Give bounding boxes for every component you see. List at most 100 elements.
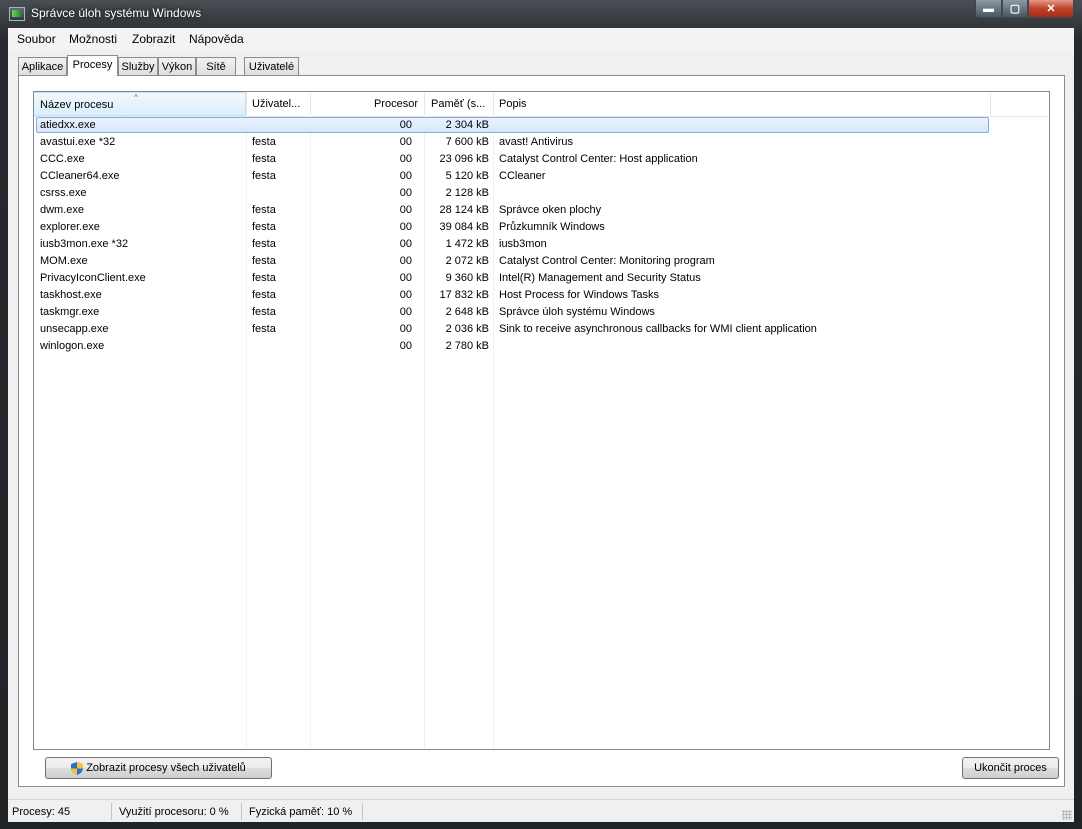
process-rows: atiedxx.exe 00 2 304 kB avastui.exe *32 fest…	[34, 117, 1049, 355]
cpu-cell: 00	[399, 204, 412, 216]
cpu-cell: 00	[399, 238, 412, 250]
process-row[interactable]: taskmgr.exe festa 00 2 648 kB Správce úloh s…	[34, 304, 1049, 321]
status-divider	[111, 803, 112, 820]
process-row[interactable]: MOM.exe festa 00 2 072 kB Catalyst Control C…	[34, 253, 1049, 270]
status-divider	[241, 803, 242, 820]
uac-shield-icon	[71, 761, 84, 775]
description-cell: iusb3mon	[499, 238, 547, 250]
user-cell: festa	[252, 306, 276, 318]
cpu-cell: 00	[399, 136, 412, 148]
status-divider	[362, 803, 363, 820]
process-list-header: Název procesu ^ Uživatel... Procesor Pam…	[34, 92, 1049, 117]
cpu-cell: 00	[399, 272, 412, 284]
row-selection-highlight	[36, 117, 989, 133]
user-cell: festa	[252, 323, 276, 335]
close-button[interactable]: ✕	[1028, 0, 1074, 18]
menu-moznosti[interactable]: Možnosti	[69, 32, 117, 46]
memory-cell: 2 304 kB	[445, 119, 489, 131]
process-row[interactable]: CCleaner64.exe festa 00 5 120 kB CCleaner	[34, 168, 1049, 185]
resize-grip-icon[interactable]	[1062, 810, 1072, 820]
client-area: Soubor Možnosti Zobrazit Nápověda Aplika…	[8, 28, 1074, 822]
user-cell: festa	[252, 221, 276, 233]
process-row[interactable]: unsecapp.exe festa 00 2 036 kB Sink to recei…	[34, 321, 1049, 338]
description-cell: Správce oken plochy	[499, 204, 602, 216]
column-header-cpu[interactable]: Procesor	[310, 92, 424, 116]
menu-napoveda[interactable]: Nápověda	[189, 32, 244, 46]
process-row[interactable]: avastui.exe *32 festa 00 7 600 kB avast! Ant…	[34, 134, 1049, 151]
status-bar: Procesy: 45 Využití procesoru: 0 % Fyzic…	[8, 799, 1074, 822]
process-name-cell: winlogon.exe	[40, 340, 105, 352]
process-row[interactable]: dwm.exe festa 00 28 124 kB Správce oken ploc…	[34, 202, 1049, 219]
memory-cell: 9 360 kB	[445, 272, 489, 284]
minimize-button[interactable]: ▬	[975, 0, 1002, 18]
cpu-cell: 00	[399, 170, 412, 182]
memory-cell: 2 648 kB	[445, 306, 489, 318]
process-row[interactable]: explorer.exe festa 00 39 084 kB Průzkumník W…	[34, 219, 1049, 236]
process-name-cell: MOM.exe	[40, 255, 88, 267]
user-cell: festa	[252, 170, 276, 182]
cpu-cell: 00	[399, 221, 412, 233]
user-cell: festa	[252, 204, 276, 216]
process-name-cell: PrivacyIconClient.exe	[40, 272, 146, 284]
column-header-user[interactable]: Uživatel...	[246, 92, 310, 116]
cpu-cell: 00	[399, 306, 412, 318]
tab-uzivatele[interactable]: Uživatelé	[244, 57, 299, 75]
process-row[interactable]: PrivacyIconClient.exe festa 00 9 360 kB Inte…	[34, 270, 1049, 287]
process-name-cell: avastui.exe *32	[40, 136, 116, 148]
column-header-description[interactable]: Popis	[493, 92, 990, 116]
process-name-cell: atiedxx.exe	[40, 119, 96, 131]
memory-cell: 39 084 kB	[439, 221, 489, 233]
maximize-button[interactable]: ▢	[1002, 0, 1028, 18]
description-cell: Catalyst Control Center: Monitoring prog…	[499, 255, 715, 267]
tab-site[interactable]: Sítě	[196, 57, 236, 75]
process-row[interactable]: iusb3mon.exe *32 festa 00 1 472 kB iusb3mon	[34, 236, 1049, 253]
cpu-cell: 00	[399, 153, 412, 165]
description-cell: Průzkumník Windows	[499, 221, 605, 233]
user-cell: festa	[252, 255, 276, 267]
description-cell: CCleaner	[499, 170, 546, 182]
status-process-count: Procesy: 45	[12, 806, 71, 818]
process-row[interactable]: csrss.exe 00 2 128 kB	[34, 185, 1049, 202]
sort-ascending-icon: ^	[134, 93, 138, 102]
column-divider[interactable]	[990, 93, 991, 115]
cpu-cell: 00	[399, 289, 412, 301]
process-name-cell: CCleaner64.exe	[40, 170, 120, 182]
processes-tab-panel: Název procesu ^ Uživatel... Procesor Pam…	[18, 75, 1065, 787]
menu-bar: Soubor Možnosti Zobrazit Nápověda	[8, 28, 1074, 50]
tab-vykon[interactable]: Výkon	[158, 57, 196, 75]
user-cell: festa	[252, 136, 276, 148]
column-header-memory[interactable]: Paměť (s...	[424, 92, 493, 116]
tab-procesy[interactable]: Procesy	[67, 55, 118, 76]
description-cell: Catalyst Control Center: Host applicatio…	[499, 153, 698, 165]
cpu-cell: 00	[399, 119, 412, 131]
tab-sluzby[interactable]: Služby	[118, 57, 158, 75]
menu-soubor[interactable]: Soubor	[17, 32, 56, 46]
process-name-cell: unsecapp.exe	[40, 323, 109, 335]
column-header-label: Název procesu	[40, 99, 114, 111]
status-cpu-usage: Využití procesoru: 0 %	[119, 806, 229, 818]
memory-cell: 2 128 kB	[445, 187, 489, 199]
caption-buttons: ▬ ▢ ✕	[975, 0, 1074, 20]
user-cell: festa	[252, 153, 276, 165]
show-all-processes-button[interactable]: Zobrazit procesy všech uživatelů	[45, 757, 272, 779]
process-row[interactable]: atiedxx.exe 00 2 304 kB	[34, 117, 1049, 134]
user-cell: festa	[252, 238, 276, 250]
process-name-cell: taskhost.exe	[40, 289, 102, 301]
process-row[interactable]: winlogon.exe 00 2 780 kB	[34, 338, 1049, 355]
end-process-button[interactable]: Ukončit proces	[962, 757, 1059, 779]
process-name-cell: explorer.exe	[40, 221, 100, 233]
description-cell: Intel(R) Management and Security Status	[499, 272, 701, 284]
user-cell: festa	[252, 272, 276, 284]
process-list[interactable]: Název procesu ^ Uživatel... Procesor Pam…	[33, 91, 1050, 750]
title-bar[interactable]: Správce úloh systému Windows ▬ ▢ ✕	[0, 0, 1082, 28]
column-header-process-name[interactable]: Název procesu ^	[34, 92, 246, 116]
status-memory-usage: Fyzická paměť: 10 %	[249, 806, 353, 818]
memory-cell: 1 472 kB	[445, 238, 489, 250]
process-row[interactable]: CCC.exe festa 00 23 096 kB Catalyst Control …	[34, 151, 1049, 168]
memory-cell: 17 832 kB	[439, 289, 489, 301]
tab-aplikace[interactable]: Aplikace	[18, 57, 67, 75]
task-manager-app-icon[interactable]	[9, 7, 25, 21]
process-row[interactable]: taskhost.exe festa 00 17 832 kB Host Process…	[34, 287, 1049, 304]
memory-cell: 2 036 kB	[445, 323, 489, 335]
menu-zobrazit[interactable]: Zobrazit	[132, 32, 175, 46]
